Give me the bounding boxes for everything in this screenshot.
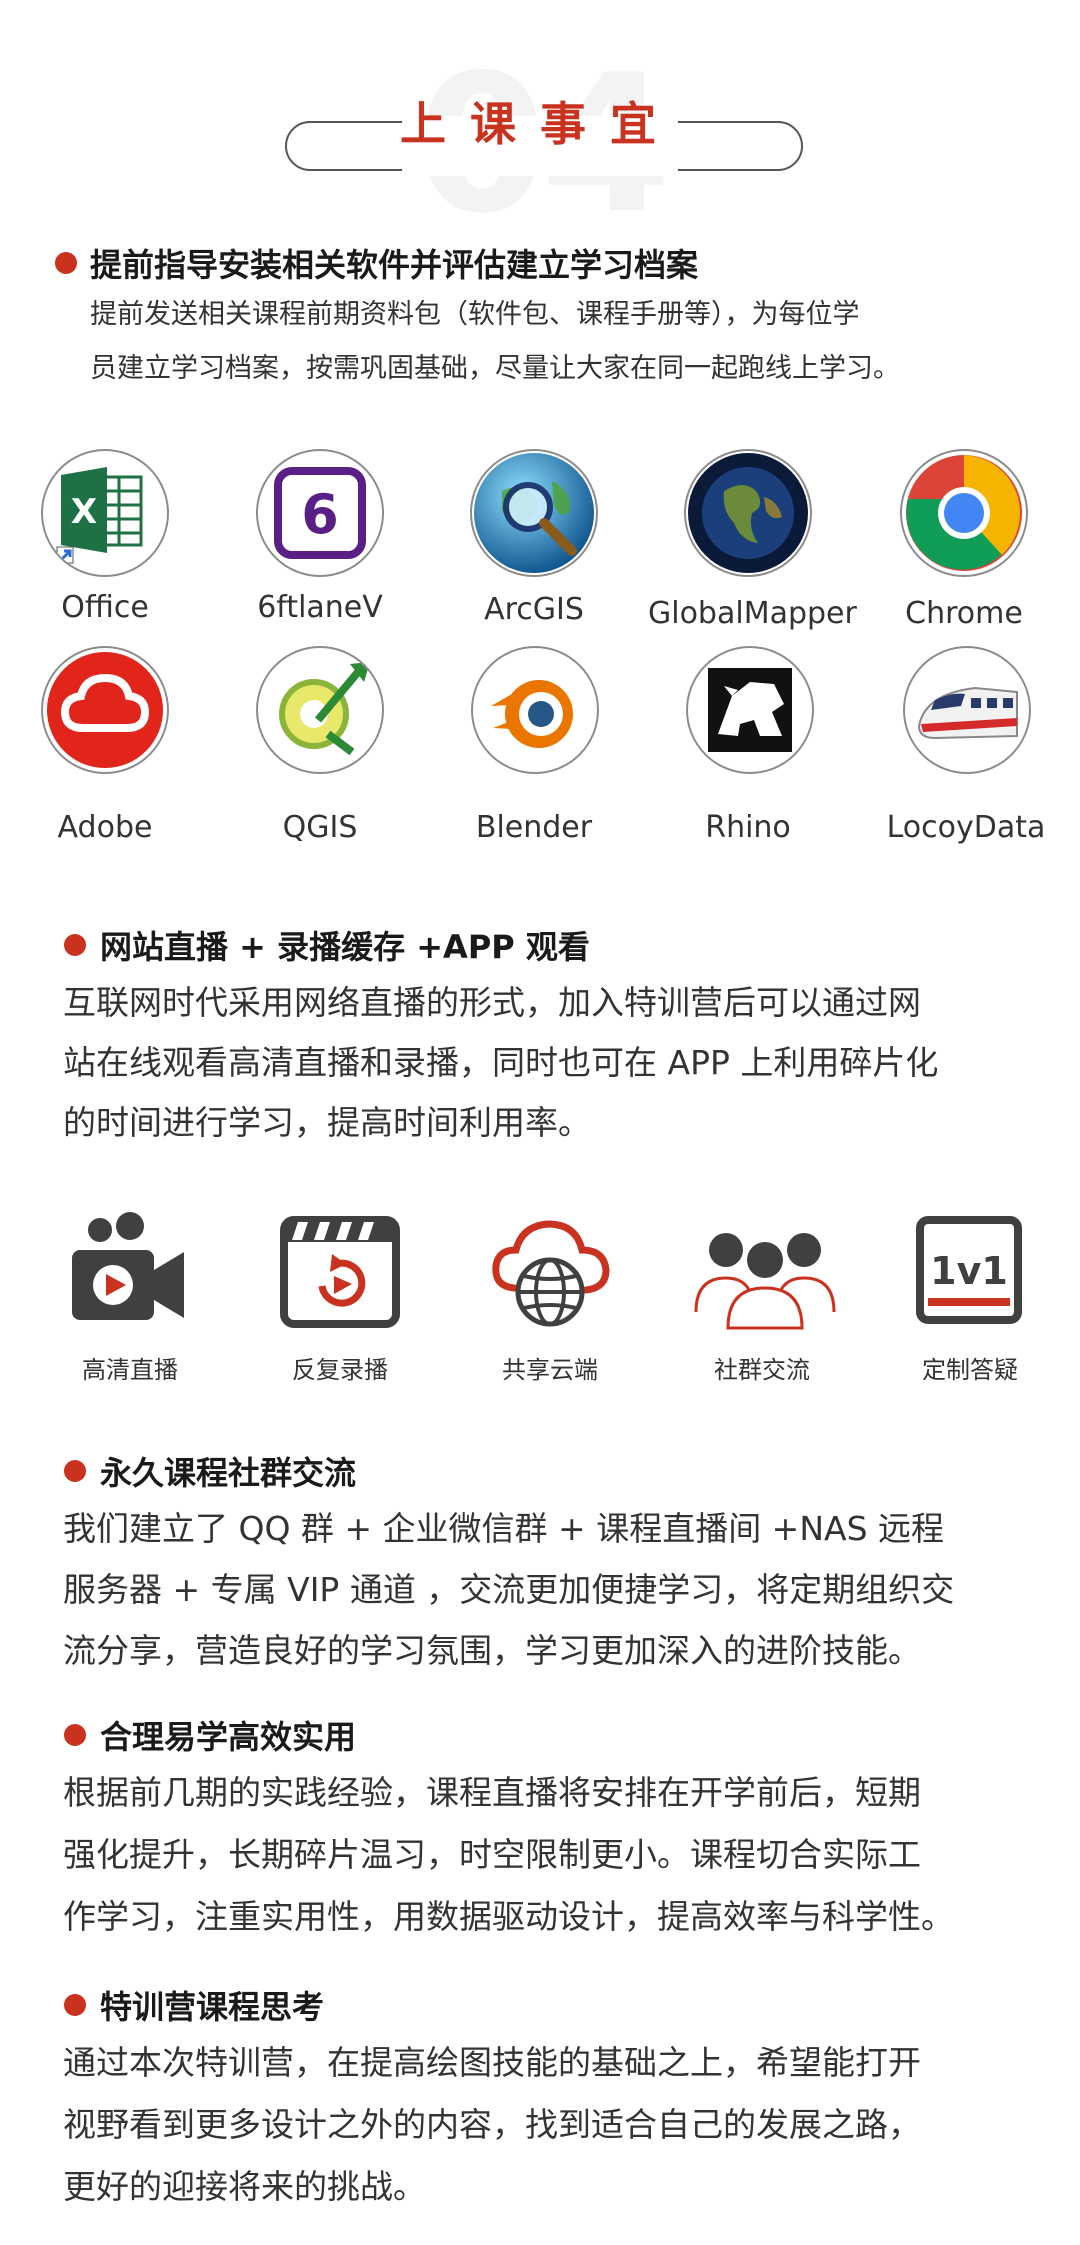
section-title-install: 提前指导安装相关软件并评估建立学习档案 [90,246,699,284]
section-bullet [64,1994,86,2020]
section-text-line: 更好的迎接将来的挑战。 [63,2167,426,2206]
section-text-line: 的时间进行学习，提高时间利用率。 [63,1103,591,1142]
one-on-one-text: 1v1 [930,1249,1008,1293]
software-label: GlobalMapper [648,596,857,631]
section-bullet [64,1724,86,1750]
section-title-live: 网站直播 + 录播缓存 +APP 观看 [100,928,590,966]
section-text-line: 互联网时代采用网络直播的形式，加入特训营后可以通过网 [63,983,921,1022]
page-title: 上课事宜 [400,97,680,151]
feature-label: 共享云端 [502,1356,598,1384]
blender-icon [471,646,599,774]
software-label: ArcGIS [484,592,584,627]
train-icon [903,646,1031,774]
software-label: QGIS [282,810,358,845]
rhino-icon [686,646,814,774]
feature-label: 高清直播 [82,1356,178,1384]
software-label: Office [61,590,149,625]
section-text-line: 强化提升，长期碎片温习，时空限制更小。课程切合实际工 [63,1835,921,1874]
section-title-reflection: 特训营课程思考 [100,1988,325,2026]
software-label: Adobe [57,810,153,845]
section-text-line: 流分享，营造良好的学习氛围，学习更加深入的进阶技能。 [63,1631,921,1670]
software-label: Chrome [905,596,1023,631]
feature-label: 定制答疑 [922,1356,1018,1384]
section-text-line: 服务器 + 专属 VIP 通道 ，交流更加便捷学习，将定期组织交 [63,1570,955,1609]
cloud-globe-icon [488,1212,612,1336]
section-bullet [64,934,86,960]
chrome-icon [900,449,1028,577]
excel-letter: X [71,492,97,532]
section-text-line: 我们建立了 QQ 群 + 企业微信群 + 课程直播间 +NAS 远程 [63,1509,945,1548]
globalmapper-globe-icon [684,449,812,577]
section-text-line: 根据前几期的实践经验，课程直播将安排在开学前后，短期 [63,1773,921,1812]
section-title-community: 永久课程社群交流 [100,1454,357,1492]
qgis-icon [256,646,384,774]
6ftlanev-digit: 6 [301,483,339,546]
section-title-efficient: 合理易学高效实用 [100,1718,357,1756]
6ftlanev-icon: 6 [256,449,384,577]
section-bullet [55,252,77,278]
community-icon [690,1212,840,1336]
one-on-one-icon: 1v1 [914,1212,1024,1336]
section-text-line: 站在线观看高清直播和录播，同时也可在 APP 上利用碎片化 [63,1043,939,1082]
section-text-line: 提前发送相关课程前期资料包（软件包、课程手册等），为每位学 [90,299,860,330]
arcgis-globe-icon [470,449,598,577]
video-camera-icon [66,1212,190,1336]
software-label: 6ftlaneV [257,590,383,625]
section-text-line: 通过本次特训营，在提高绘图技能的基础之上，希望能打开 [63,2043,921,2082]
section-text-line: 作学习，注重实用性，用数据驱动设计，提高效率与科学性。 [63,1897,954,1936]
section-bullet [64,1460,86,1486]
feature-label: 社群交流 [714,1356,810,1384]
software-label: LocoyData [886,810,1046,845]
section-text-line: 员建立学习档案，按需巩固基础，尽量让大家在同一起跑线上学习。 [90,353,900,384]
excel-icon: X [41,449,169,577]
replay-clapper-icon [278,1212,402,1336]
software-label: Rhino [705,810,791,845]
software-label: Blender [475,810,593,845]
feature-label: 反复录播 [292,1356,388,1384]
section-text-line: 视野看到更多设计之外的内容，找到适合自己的发展之路， [63,2105,921,2144]
adobe-cc-icon [41,646,169,774]
